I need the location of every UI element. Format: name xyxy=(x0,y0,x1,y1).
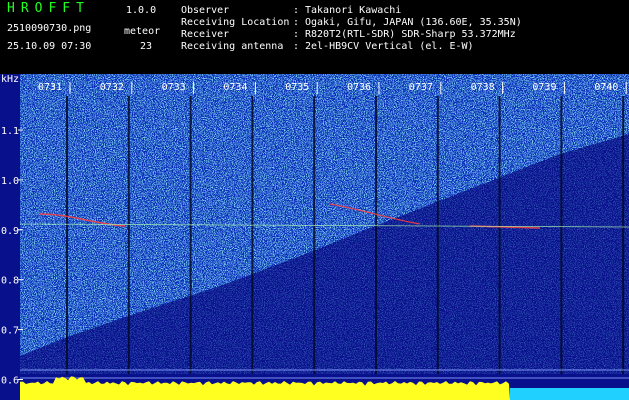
app-title: HROFFT xyxy=(7,1,90,16)
time-label: 0737 xyxy=(409,82,433,93)
location-value: Ogaki, Gifu, JAPAN (136.60E, 35.35N) xyxy=(305,17,522,28)
time-label: 0732 xyxy=(100,82,124,93)
receiver-row: Receiver: R820T2(RTL-SDR) SDR-Sharp 53.37… xyxy=(181,29,516,41)
hrofft-window: HROFFT 1.0.0 2510090730.png 25.10.09 07:… xyxy=(0,0,629,400)
freq-label: 0.7 xyxy=(1,326,19,337)
location-row: Receiving Location: Ogaki, Gifu, JAPAN (1… xyxy=(181,17,522,29)
unit-label: kHz xyxy=(1,74,19,85)
freq-label: 1.0 xyxy=(1,176,19,187)
time-label: 0736 xyxy=(347,82,371,93)
freq-label: 0.8 xyxy=(1,276,19,287)
time-label: 0739 xyxy=(532,82,556,93)
freq-label: 0.9 xyxy=(1,226,19,237)
separator: : xyxy=(293,41,300,52)
time-label: 0740 xyxy=(594,82,618,93)
receiver-label: Receiver xyxy=(181,29,230,40)
antenna-label: Receiving antenna xyxy=(181,41,284,52)
antenna-row: Receiving antenna:2el-HB9CV Vertical (el… xyxy=(181,41,474,53)
date-time: 25.10.09 07:30 xyxy=(7,41,92,52)
freq-label: 1.1 xyxy=(1,126,19,137)
spectrogram: 0731 0732 0733 0734 0735 0736 0737 0738 0739 0740… xyxy=(0,74,629,400)
time-label: 0738 xyxy=(471,82,495,93)
location-label: Receiving Location xyxy=(181,17,290,28)
meteor-count: 23 xyxy=(140,41,153,52)
time-label: 0733 xyxy=(162,82,186,93)
file-name: 2510090730.png xyxy=(7,23,92,34)
time-label: 0735 xyxy=(285,82,309,93)
separator: : xyxy=(293,17,300,28)
observer-label: Observer xyxy=(181,5,230,16)
meteor-label: meteor xyxy=(124,26,161,37)
separator: : xyxy=(293,5,300,16)
observer-value: Takanori Kawachi xyxy=(305,5,402,16)
antenna-value: 2el-HB9CV Vertical (el. E-W) xyxy=(305,41,474,52)
level-bar-cyan xyxy=(510,388,629,400)
separator: : xyxy=(293,29,300,40)
app-version: 1.0.0 xyxy=(126,5,157,16)
time-label: 0734 xyxy=(223,82,247,93)
receiver-value: R820T2(RTL-SDR) SDR-Sharp 53.372MHz xyxy=(305,29,516,40)
freq-label: 0.6 xyxy=(1,376,19,387)
observer-row: Observer: Takanori Kawachi xyxy=(181,5,401,17)
time-label: 0731 xyxy=(38,82,62,93)
